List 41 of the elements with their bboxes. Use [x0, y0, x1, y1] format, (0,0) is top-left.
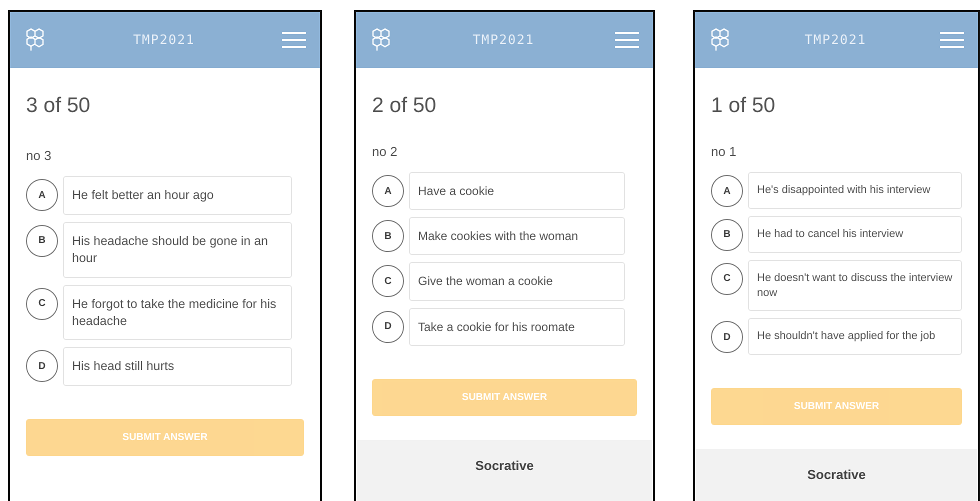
option-letter[interactable]: C [711, 262, 743, 295]
answer-option[interactable]: His headache should be gone in an hour [63, 222, 292, 278]
option-letter[interactable]: B [26, 224, 58, 257]
app-title: TMP2021 [132, 32, 196, 48]
question-text: no 1 [711, 144, 738, 159]
hexagon-logo-icon [24, 28, 46, 52]
footer-brand: Socrative [807, 467, 866, 482]
option-letter[interactable]: C [26, 288, 58, 320]
footer-brand: Socrative [475, 458, 534, 473]
answer-option[interactable]: He forgot to take the medicine for his headache [63, 284, 292, 340]
answer-option[interactable]: Make cookies with the woman [409, 217, 625, 256]
option-letter[interactable]: D [26, 350, 58, 382]
hexagon-logo-icon [370, 28, 392, 52]
answer-option[interactable]: His head still hurts [63, 347, 292, 386]
question-counter: 3 of 50 [26, 94, 92, 118]
answer-option[interactable]: He had to cancel his interview [748, 216, 962, 253]
app-title: TMP2021 [472, 32, 536, 48]
answer-option[interactable]: He shouldn't have applied for the job [748, 318, 962, 356]
answer-option[interactable]: He doesn't want to discuss the interview now [748, 260, 962, 312]
question-text: no 3 [26, 148, 52, 163]
option-letter[interactable]: D [372, 310, 404, 343]
option-letter[interactable]: D [711, 321, 743, 354]
menu-icon[interactable] [282, 31, 306, 49]
menu-icon[interactable] [940, 31, 964, 49]
option-letter[interactable]: B [711, 218, 743, 251]
option-letter[interactable]: A [372, 175, 404, 207]
option-letter[interactable]: B [372, 220, 404, 252]
option-letter[interactable]: A [711, 175, 743, 207]
question-counter: 1 of 50 [711, 94, 776, 118]
menu-icon[interactable] [615, 31, 639, 49]
question-text: no 2 [372, 144, 398, 159]
option-letter[interactable]: A [26, 179, 58, 211]
hexagon-logo-icon [709, 28, 731, 52]
answer-option[interactable]: Take a cookie for his roomate [409, 308, 625, 346]
answer-option[interactable]: Give the woman a cookie [409, 262, 625, 301]
option-letter[interactable]: C [372, 265, 404, 298]
answer-option[interactable]: He felt better an hour ago [63, 176, 292, 215]
answer-option[interactable]: He's disappointed with his interview [748, 172, 962, 209]
app-title: TMP2021 [804, 32, 868, 48]
question-counter: 2 of 50 [372, 94, 438, 118]
answer-option[interactable]: Have a cookie [409, 172, 625, 210]
